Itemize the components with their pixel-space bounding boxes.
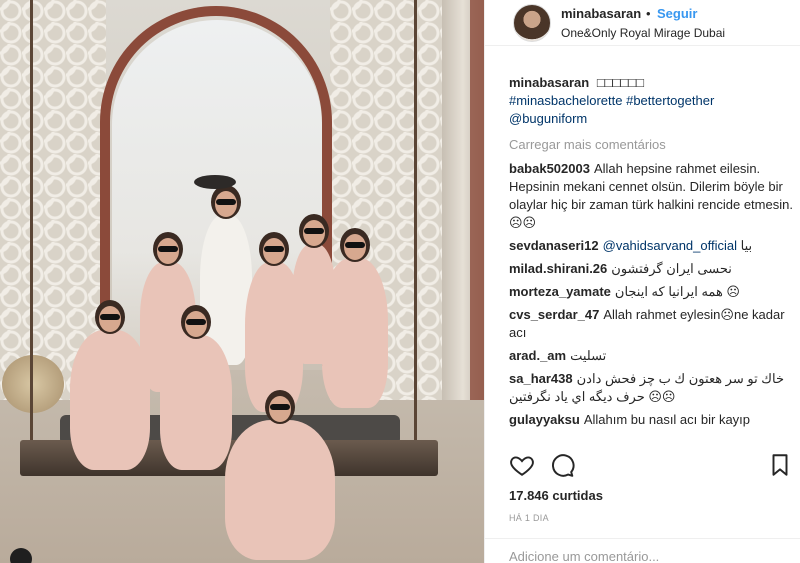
post-side-panel: minabasaran • Seguir One&Only Royal Mira… (484, 0, 800, 563)
comment-username[interactable]: morteza_yamate (509, 284, 611, 299)
caption: minabasaran □□□□□□ #minasbachelorette #b… (509, 74, 793, 128)
person-robe-seated-front (225, 390, 335, 560)
comment-item: milad.shirani.26 نحسی ایران گرفتشون (509, 260, 793, 278)
person-robe (160, 305, 232, 470)
comment-text: بیا (740, 238, 753, 253)
comment-text: نحسی ایران گرفتشون (611, 261, 732, 276)
comment-username[interactable]: sa_har438 (509, 371, 573, 386)
post-header: minabasaran • Seguir One&Only Royal Mira… (485, 0, 800, 46)
comment-icon[interactable] (549, 452, 575, 478)
comment-item: morteza_yamate همه ایرانیا که اینجان ☹ (509, 283, 793, 301)
comment-item: arad._am تسلیت (509, 347, 793, 365)
comment-item: sa_har438 خاك تو سر هعتون ك ب چز فحش دادن… (509, 370, 793, 406)
comments-list: minabasaran □□□□□□ #minasbachelorette #b… (509, 74, 793, 434)
comment-username[interactable]: gulayyaksu (509, 412, 580, 427)
comment-username[interactable]: cvs_serdar_47 (509, 307, 599, 322)
person-robe (322, 228, 388, 408)
caption-username[interactable]: minabasaran (509, 75, 589, 90)
comment-username[interactable]: arad._am (509, 348, 566, 363)
comment-username[interactable]: milad.shirani.26 (509, 261, 607, 276)
action-bar (509, 452, 793, 480)
avatar[interactable] (513, 4, 551, 42)
follow-button[interactable]: Seguir (657, 6, 697, 21)
person-robe (70, 300, 150, 470)
add-comment-bar (485, 538, 800, 563)
swing-rope-left (30, 0, 33, 465)
separator-dot: • (646, 6, 651, 21)
mention-link[interactable]: @buguniform (509, 111, 587, 126)
comment-text: تسلیت (570, 348, 607, 363)
comment-item: gulayyaksu Allahım bu nasıl acı bir kayıp (509, 411, 793, 429)
mention-link[interactable]: @vahidsarvand_official (603, 238, 737, 253)
location-link[interactable]: One&Only Royal Mirage Dubai (561, 26, 725, 40)
likes-count[interactable]: 17.846 curtidas (509, 488, 603, 503)
user-tag-icon[interactable] (10, 548, 32, 563)
pillar-accent (470, 0, 484, 400)
load-more-comments-link[interactable]: Carregar mais comentários (509, 136, 793, 154)
hashtag-link[interactable]: #bettertogether (626, 93, 714, 108)
bookmark-icon[interactable] (767, 452, 793, 478)
hashtag-link[interactable]: #minasbachelorette (509, 93, 622, 108)
comment-username[interactable]: sevdanaseri12 (509, 238, 599, 253)
comment-item: babak502003 Allah hepsine rahmet eilesin.… (509, 160, 793, 232)
comment-item: sevdanaseri12 @vahidsarvand_official بیا (509, 237, 793, 255)
post-timestamp[interactable]: HÁ 1 DIA (509, 513, 549, 523)
comment-input[interactable] (509, 549, 779, 563)
comment-text: همه ایرانیا که اینجان ☹ (614, 284, 740, 299)
heart-icon[interactable] (509, 452, 535, 478)
post-photo[interactable] (0, 0, 484, 563)
swing-rope-right (414, 0, 417, 465)
comment-item: cvs_serdar_47 Allah rahmet eylesin☹ne kad… (509, 306, 793, 342)
lantern (2, 355, 64, 413)
caption-text: □□□□□□ (596, 75, 644, 90)
header-username[interactable]: minabasaran (561, 6, 641, 21)
comment-username[interactable]: babak502003 (509, 161, 590, 176)
comment-text: Allahım bu nasıl acı bir kayıp (583, 412, 751, 427)
